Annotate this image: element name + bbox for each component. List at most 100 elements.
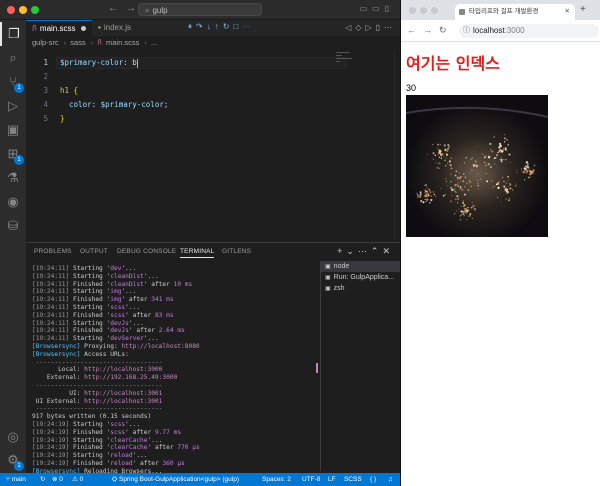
breadcrumb-item[interactable]: ... <box>151 38 157 47</box>
panel-actions[interactable]: +⌄⋯⌃✕ <box>337 246 394 257</box>
tab-gitlens[interactable]: GITLENS <box>222 248 251 255</box>
terminal-line: UI: http://localhost:3001 <box>32 390 317 398</box>
city-light <box>440 163 442 165</box>
terminal-link[interactable]: http://localhost:8080 <box>121 343 199 350</box>
back-arrow-icon[interactable]: ← <box>407 25 416 35</box>
city-light <box>512 189 514 191</box>
close-panel-icon[interactable]: ✕ <box>382 246 394 256</box>
minimize-window-button[interactable] <box>19 6 27 14</box>
city-light <box>500 201 502 203</box>
terminal-link[interactable]: http://192.168.25.49:3000 <box>84 374 177 381</box>
terminal-text: 10 ms <box>173 280 193 288</box>
site-info-icon[interactable]: ⓘ <box>463 24 470 38</box>
indentation-status[interactable]: Spaces: 2 <box>262 473 291 486</box>
account-icon[interactable]: ◎ <box>0 425 26 449</box>
breadcrumb-item[interactable]: gulp-src <box>32 38 59 47</box>
code-line[interactable]: 3 h1 { <box>26 86 346 96</box>
terminal-instance[interactable]: ▣ Run: GulpApplica... <box>321 272 400 283</box>
testing-flask-icon[interactable]: ⚗ <box>0 166 26 190</box>
city-light <box>460 215 462 217</box>
more-icon[interactable]: ⋯ <box>358 246 371 256</box>
warnings-count[interactable]: ⚠ 0 <box>72 473 83 486</box>
maximize-panel-icon[interactable]: ⌃ <box>371 246 383 256</box>
code-line[interactable]: 4 color: $primary-color; <box>26 100 346 110</box>
vscode-window: ←→ ⌕ gulp ▭▭▯ ❐ ⌕ ⑂ 1 ▷ ▣ ⊞ 1 ⚗ ◉ ⛁ ◎ ⚙ 1… <box>0 0 400 486</box>
add-terminal-icon[interactable]: + <box>337 246 346 256</box>
city-light <box>498 146 501 149</box>
layout-controls-icon[interactable]: ▭▭▯ <box>359 4 394 13</box>
code-line[interactable]: 1 $primary-color: b <box>26 58 346 68</box>
terminal-instance[interactable]: ▣ node <box>321 261 400 272</box>
city-light <box>455 210 457 212</box>
language-mode[interactable]: SCSS <box>344 473 362 486</box>
close-window-button[interactable] <box>7 6 15 14</box>
docker-icon[interactable]: ⛁ <box>0 214 26 238</box>
chevron-down-icon[interactable]: ⌄ <box>346 246 358 256</box>
tab-debug-console[interactable]: DEBUG CONSOLE <box>117 248 176 255</box>
tab-main-scss[interactable]: ꟗ main.scss <box>26 20 92 36</box>
command-center-search[interactable]: ⌕ gulp <box>138 3 262 16</box>
branch-status[interactable]: ⑂ main <box>6 473 26 486</box>
tab-terminal[interactable]: TERMINAL <box>180 248 215 258</box>
notifications-bell-icon[interactable]: ♫ <box>388 473 393 486</box>
new-tab-icon[interactable]: + <box>580 4 586 15</box>
modified-dot-icon[interactable] <box>81 26 87 32</box>
address-bar[interactable]: ⓘ localhost:3000 <box>459 24 599 38</box>
gitlens-icon[interactable]: ◉ <box>0 190 26 214</box>
city-lights-image <box>406 95 548 237</box>
terminal-link[interactable]: http://localhost:3000 <box>84 366 162 373</box>
encoding-status[interactable]: UTF-8 <box>302 473 320 486</box>
tab-index-js[interactable]: ▪ index.js <box>92 20 162 36</box>
breadcrumb-item[interactable]: main.scss <box>106 38 139 47</box>
editor-actions-icon[interactable]: ◁◇▷▯⋯ <box>345 23 396 32</box>
extensions-icon[interactable]: ⊞ 1 <box>0 142 26 166</box>
forward-arrow-icon[interactable]: → <box>423 25 432 35</box>
sync-icon[interactable]: ↻ <box>40 473 45 486</box>
search-view-icon[interactable]: ⌕ <box>0 46 26 70</box>
terminal-text: [Browsersync] <box>32 342 85 350</box>
eol-status[interactable]: LF <box>328 473 336 486</box>
close-window-button[interactable] <box>409 7 416 14</box>
terminal-link[interactable]: http://localhost:3001 <box>84 398 162 405</box>
terminal-instance[interactable]: ▣ zsh <box>321 283 400 294</box>
terminal-output[interactable]: [19:24:11] Starting 'dev'... [19:24:11] S… <box>32 265 317 473</box>
minimap[interactable] <box>336 52 354 68</box>
code-line[interactable]: 5} <box>26 114 346 124</box>
code-line[interactable]: 2 <box>26 72 346 82</box>
terminal-text: [19:24:19] <box>32 420 73 428</box>
source-control-icon[interactable]: ⑂ 1 <box>0 70 26 94</box>
city-light <box>508 153 511 156</box>
maximize-window-button[interactable] <box>431 7 438 14</box>
reload-icon[interactable]: ↻ <box>439 25 447 36</box>
city-light <box>454 213 456 215</box>
city-light <box>440 157 443 159</box>
terminal-link[interactable]: http://localhost:3001 <box>84 390 162 397</box>
close-tab-icon[interactable]: ✕ <box>565 4 570 20</box>
minimize-window-button[interactable] <box>420 7 427 14</box>
maximize-window-button[interactable] <box>31 6 39 14</box>
line-number: 2 <box>43 72 48 81</box>
format-check-icon[interactable]: { } <box>370 473 376 486</box>
city-light <box>499 144 502 147</box>
errors-count[interactable]: ⊗ 0 <box>52 473 63 486</box>
terminal-text: 360 μs <box>162 459 185 467</box>
city-light <box>449 180 452 183</box>
tab-output[interactable]: OUTPUT <box>80 248 108 255</box>
tab-problems[interactable]: PROBLEMS <box>34 248 72 255</box>
city-light <box>529 170 532 173</box>
code-editor[interactable]: 1 $primary-color: b 2 3 h1 { 4 color: $primar… <box>26 52 400 240</box>
city-light <box>486 180 489 183</box>
run-configuration[interactable]: ⛭ Spring Boot-GulpApplication<gulp> (gul… <box>112 473 239 486</box>
browser-tab[interactable]: 타입리프와 걸프 개발환경 ✕ <box>455 4 575 20</box>
terminal-text: Starting ' <box>72 420 111 428</box>
run-debug-icon[interactable]: ▷ <box>0 94 26 118</box>
code-token: ; <box>163 100 169 109</box>
debug-toolbar[interactable]: ⏸↷↓↑↻□⋯ <box>188 22 254 34</box>
remote-explorer-icon[interactable]: ▣ <box>0 118 26 142</box>
city-light <box>424 191 426 194</box>
explorer-icon[interactable]: ❐ <box>0 22 26 46</box>
terminal-text: Starting ' <box>72 335 111 343</box>
city-light <box>458 172 460 174</box>
settings-gear-icon[interactable]: ⚙ 1 <box>0 448 26 472</box>
breadcrumb-item[interactable]: sass <box>70 38 85 47</box>
